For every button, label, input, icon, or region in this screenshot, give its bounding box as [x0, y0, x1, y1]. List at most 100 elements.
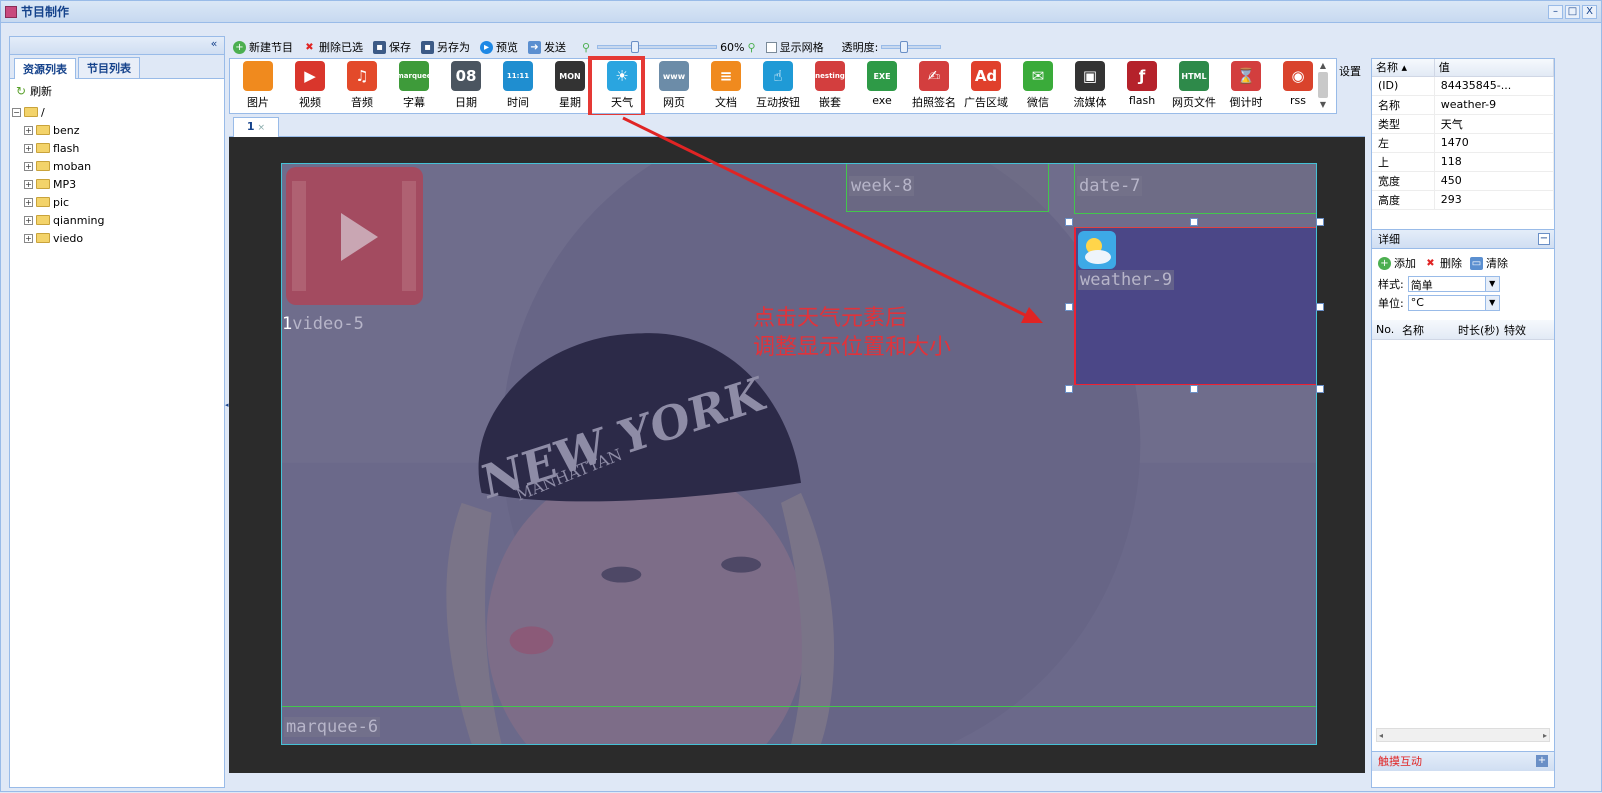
resize-handle-e[interactable] [1316, 303, 1324, 311]
expand-toggle-icon[interactable]: + [24, 215, 33, 225]
palette-item-webpage[interactable]: www 网页 [648, 59, 700, 113]
tree-root[interactable]: − / [12, 103, 224, 121]
preview-button[interactable]: ▸ 预览 [480, 39, 518, 55]
property-row[interactable]: 宽度 450 [1372, 171, 1555, 191]
date-element[interactable]: date-7 [1074, 164, 1316, 214]
close-button[interactable]: X [1582, 5, 1597, 19]
zoom-in-icon[interactable]: ⚲ [748, 41, 756, 54]
palette-item-interactive-button[interactable]: ☝ 互动按钮 [752, 59, 804, 113]
palette-item-marquee[interactable]: marquee 字幕 [388, 59, 440, 113]
scroll-left-icon[interactable]: ◂ [1379, 731, 1383, 740]
resize-handle-se[interactable] [1316, 385, 1324, 393]
chevron-down-icon[interactable]: ▼ [1484, 277, 1499, 291]
delete-selected-button[interactable]: ✖ 删除已选 [303, 39, 363, 55]
save-button[interactable]: ▪ 保存 [373, 39, 411, 55]
expand-toggle-icon[interactable]: + [24, 233, 33, 243]
property-row[interactable]: 类型 天气 [1372, 114, 1555, 134]
detail-collapse-button[interactable]: − [1538, 233, 1550, 245]
detail-clear-button[interactable]: ▭ 清除 [1470, 255, 1508, 271]
palette-item-streaming[interactable]: ▣ 流媒体 [1064, 59, 1116, 113]
palette-item-nesting[interactable]: nesting 嵌套 [804, 59, 856, 113]
opacity-slider-thumb[interactable] [900, 41, 909, 53]
tree-folder-viedo[interactable]: + viedo [12, 229, 224, 247]
property-value[interactable]: 84435845-... [1434, 76, 1555, 96]
property-row[interactable]: (ID) 84435845-... [1372, 76, 1555, 96]
col-name[interactable]: 名称 [1396, 322, 1452, 338]
settings-button[interactable]: 设置 [1339, 63, 1361, 79]
expand-toggle-icon[interactable]: + [24, 143, 33, 153]
show-grid-toggle[interactable]: 显示网格 [765, 39, 824, 55]
palette-item-exe[interactable]: EXE exe [856, 59, 908, 113]
detail-hscrollbar[interactable]: ◂ ▸ [1376, 728, 1550, 742]
tree-folder-pic[interactable]: + pic [12, 193, 224, 211]
tab-program-list[interactable]: 节目列表 [78, 57, 140, 78]
tree-folder-benz[interactable]: + benz [12, 121, 224, 139]
resize-handle-w[interactable] [1065, 303, 1073, 311]
palette-item-audio[interactable]: ♫ 音频 [336, 59, 388, 113]
resize-handle-nw[interactable] [1065, 218, 1073, 226]
property-name-header[interactable]: 名称 ▴ [1372, 59, 1435, 77]
col-duration[interactable]: 时长(秒) [1452, 322, 1502, 338]
zoom-slider[interactable] [597, 41, 718, 53]
save-as-button[interactable]: ▪ 另存为 [421, 39, 470, 55]
design-canvas[interactable]: NEW YORK MANHATTAN 1video-5 week-8 date-… [229, 137, 1365, 773]
week-element[interactable]: week-8 [846, 164, 1049, 212]
property-row[interactable]: 上 118 [1372, 152, 1555, 172]
property-value[interactable]: 天气 [1434, 114, 1555, 134]
property-row[interactable]: 左 1470 [1372, 133, 1555, 153]
scroll-up-icon[interactable]: ▲ [1320, 61, 1326, 70]
expand-toggle-icon[interactable]: + [24, 125, 33, 135]
close-tab-icon[interactable]: × [258, 123, 266, 133]
palette-scrollbar[interactable]: ▲ ▼ [1316, 61, 1330, 109]
tab-program-1[interactable]: 1 × [233, 117, 279, 137]
zoom-slider-thumb[interactable] [631, 41, 640, 53]
tree-folder-flash[interactable]: + flash [12, 139, 224, 157]
expand-toggle-icon[interactable]: + [24, 179, 33, 189]
tab-resource-list[interactable]: 资源列表 [14, 58, 76, 79]
program-screen[interactable]: NEW YORK MANHATTAN 1video-5 week-8 date-… [281, 163, 1317, 745]
new-program-button[interactable]: + 新建节目 [233, 39, 293, 55]
send-button[interactable]: ➜ 发送 [528, 39, 566, 55]
property-value[interactable]: 118 [1434, 152, 1555, 172]
detail-delete-button[interactable]: ✖ 删除 [1424, 255, 1462, 271]
palette-item-wechat[interactable]: ✉ 微信 [1012, 59, 1064, 113]
zoom-out-icon[interactable]: ⚲ [582, 41, 590, 54]
expand-icon[interactable]: + [1536, 755, 1548, 767]
property-value[interactable]: weather-9 [1434, 95, 1555, 115]
resize-handle-s[interactable] [1190, 385, 1198, 393]
style-select[interactable]: 简单 ▼ [1407, 276, 1500, 292]
palette-item-date[interactable]: 08 日期 [440, 59, 492, 113]
property-row[interactable]: 名称 weather-9 [1372, 95, 1555, 115]
tree-folder-moban[interactable]: + moban [12, 157, 224, 175]
chevron-down-icon[interactable]: ▼ [1484, 296, 1499, 310]
opacity-slider[interactable] [881, 41, 942, 53]
palette-item-photo-sign[interactable]: ✍ 拍照签名 [908, 59, 960, 113]
weather-element[interactable]: weather-9 [1074, 227, 1316, 385]
palette-item-time[interactable]: 11:11 时间 [492, 59, 544, 113]
expand-toggle-icon[interactable]: + [24, 197, 33, 207]
unit-select[interactable]: °C ▼ [1407, 295, 1500, 311]
palette-item-image[interactable]: 图片 [232, 59, 284, 113]
grid-checkbox[interactable] [765, 41, 777, 53]
tree-folder-qianming[interactable]: + qianming [12, 211, 224, 229]
property-value[interactable]: 293 [1434, 190, 1555, 210]
resize-handle-ne[interactable] [1316, 218, 1324, 226]
tree-folder-mp3[interactable]: + MP3 [12, 175, 224, 193]
refresh-button[interactable]: ↻ 刷新 [10, 79, 224, 103]
palette-item-weather[interactable]: ☀ 天气 [596, 59, 648, 113]
palette-item-video[interactable]: ▶ 视频 [284, 59, 336, 113]
palette-item-week[interactable]: MON 星期 [544, 59, 596, 113]
col-no[interactable]: No. [1372, 323, 1396, 336]
resize-handle-n[interactable] [1190, 218, 1198, 226]
palette-scroll-thumb[interactable] [1318, 72, 1328, 98]
palette-item-flash[interactable]: ƒ flash [1116, 59, 1168, 113]
property-value[interactable]: 1470 [1434, 133, 1555, 153]
property-value[interactable]: 450 [1434, 171, 1555, 191]
property-value-header[interactable]: 值 [1434, 59, 1555, 77]
minimize-button[interactable]: – [1548, 5, 1563, 19]
maximize-button[interactable]: □ [1565, 5, 1580, 19]
property-row[interactable]: 高度 293 [1372, 190, 1555, 210]
collapse-toggle-icon[interactable]: − [12, 107, 21, 117]
expand-toggle-icon[interactable]: + [24, 161, 33, 171]
collapse-panel-button[interactable]: « [206, 38, 222, 52]
